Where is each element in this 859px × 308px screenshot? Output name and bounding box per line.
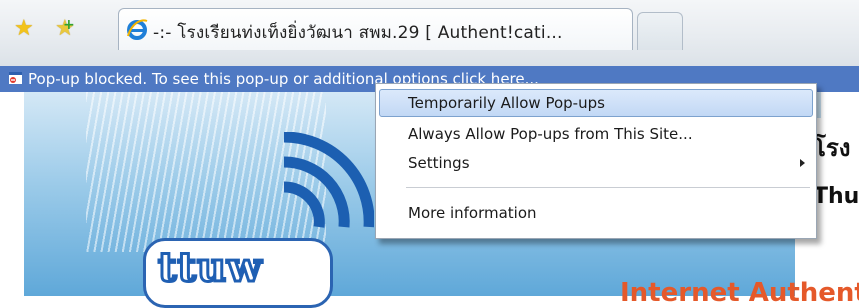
school-logo: ttuw: [143, 238, 333, 308]
ie-icon: [127, 19, 148, 40]
favorites-star-icon[interactable]: ★: [14, 18, 34, 40]
menu-item-temporarily-allow[interactable]: Temporarily Allow Pop-ups: [379, 89, 813, 117]
internet-authentication-text: Internet Authent: [620, 278, 859, 308]
menu-item-more-information[interactable]: More information: [379, 199, 813, 227]
tab-active[interactable]: -:- โรงเรียนท่งเท็งยิ่งวัฒนา สพม.29 [ Au…: [118, 8, 633, 50]
tab-bar: ★ ★ + -:- โรงเรียนท่งเท็งยิ่งวัฒนา สพม.29…: [0, 0, 859, 66]
menu-item-settings[interactable]: Settings: [379, 149, 813, 177]
popup-context-menu: Temporarily Allow Pop-ups Always Allow P…: [375, 83, 817, 239]
menu-item-label: More information: [408, 204, 537, 222]
menu-item-label: Always Allow Pop-ups from This Site...: [408, 125, 693, 143]
page-heading-english: Thu: [813, 184, 859, 209]
logo-text: ttuw: [156, 243, 263, 293]
page-heading-thai: โรง: [813, 133, 851, 162]
submenu-arrow-icon: [800, 159, 805, 167]
add-favorites-icon[interactable]: ★ +: [55, 17, 75, 40]
tab-title: -:- โรงเรียนท่งเท็งยิ่งวัฒนา สพม.29 [ Au…: [153, 23, 563, 43]
menu-item-label: Settings: [408, 154, 470, 172]
new-tab-button[interactable]: [637, 12, 683, 50]
menu-separator: [406, 187, 810, 188]
menu-item-label: Temporarily Allow Pop-ups: [408, 94, 605, 112]
popup-blocked-icon: [9, 72, 22, 84]
menu-item-always-allow[interactable]: Always Allow Pop-ups from This Site...: [379, 120, 813, 148]
